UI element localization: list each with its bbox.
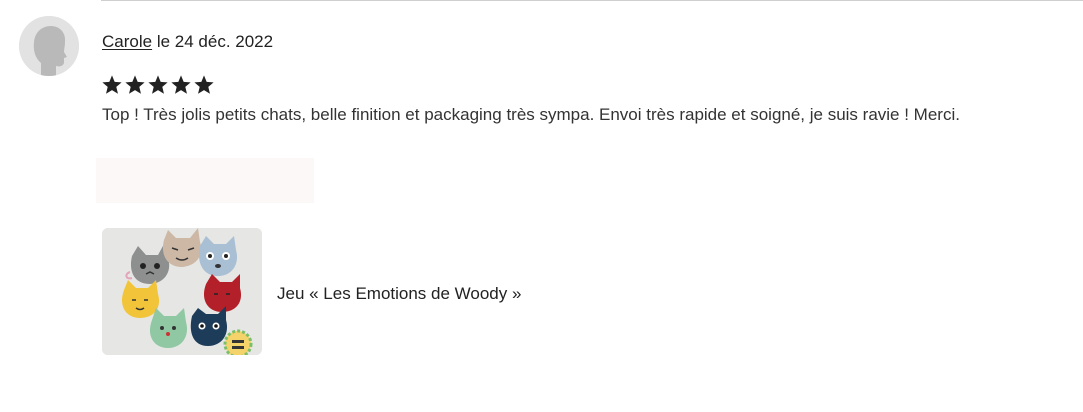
star-rating [101,73,215,99]
review-meta: Carole le 24 déc. 2022 [102,31,273,53]
bee-badge [223,329,253,355]
star-icon [170,73,192,99]
product-thumbnail[interactable] [102,228,262,355]
top-divider [101,0,1083,1]
faded-placeholder-block [96,158,314,203]
star-icon [101,73,123,99]
star-icon [193,73,215,99]
reviewer-name-link[interactable]: Carole [102,32,152,51]
review-date: le 24 déc. 2022 [156,32,274,51]
avatar [19,16,79,76]
cat-faces-photo [102,228,262,355]
star-icon [147,73,169,99]
star-icon [124,73,146,99]
product-title[interactable]: Jeu « Les Emotions de Woody » [277,283,521,305]
product-card[interactable]: Jeu « Les Emotions de Woody » [102,228,572,356]
user-silhouette-icon [19,16,79,76]
review-text: Top ! Très jolis petits chats, belle fin… [102,105,960,124]
